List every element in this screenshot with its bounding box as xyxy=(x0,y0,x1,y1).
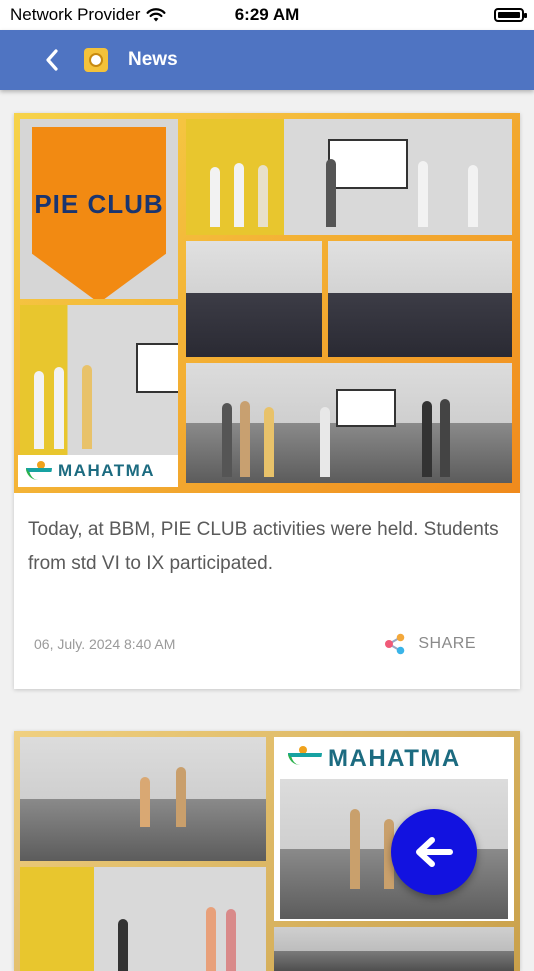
status-time: 6:29 AM xyxy=(234,5,300,24)
share-label: SHARE xyxy=(418,635,476,652)
brand-photo: MAHATMA xyxy=(274,737,514,921)
brand-text: MAHATMA xyxy=(328,745,461,772)
back-button[interactable] xyxy=(30,38,74,82)
page-title: News xyxy=(128,49,178,70)
school-logo-icon xyxy=(84,48,108,72)
assembly-photo xyxy=(20,737,266,861)
carrier-label: Network Provider xyxy=(10,5,141,24)
brand-mark-icon xyxy=(288,746,322,772)
performance-photo xyxy=(186,363,512,483)
presentation-photo xyxy=(20,305,178,455)
status-bar: Network Provider 6:29 AM xyxy=(0,0,534,30)
club-banner: PIE CLUB xyxy=(32,127,166,299)
banner-photo: PIE CLUB xyxy=(20,119,178,299)
header-bar: News xyxy=(0,30,534,90)
wifi-icon xyxy=(146,8,166,22)
share-icon xyxy=(385,633,405,655)
brand-logo: MAHATMA xyxy=(280,741,510,777)
assembly-photo-1 xyxy=(186,241,322,357)
brand-mark-icon xyxy=(26,461,52,481)
news-image[interactable]: PIE CLUB MAHATMA xyxy=(14,113,520,493)
news-date: 06, July. 2024 8:40 AM xyxy=(34,636,176,652)
news-description: Today, at BBM, PIE CLUB activities were … xyxy=(28,519,499,574)
news-card[interactable]: PIE CLUB MAHATMA Today, at BBM, PIE CLUB… xyxy=(14,113,520,689)
stage-photo xyxy=(20,867,266,971)
banner-text: PIE CLUB xyxy=(34,189,164,219)
share-button[interactable]: SHARE xyxy=(384,633,476,655)
projector-screen xyxy=(328,139,408,189)
back-fab-button[interactable] xyxy=(391,809,477,895)
stage-photo xyxy=(186,119,512,235)
brand-text: MAHATMA xyxy=(58,461,156,480)
brand-logo: MAHATMA xyxy=(18,455,178,487)
arrow-left-icon xyxy=(416,837,453,867)
chevron-left-icon xyxy=(46,49,58,71)
assembly-photo-2 xyxy=(328,241,512,357)
battery-icon xyxy=(494,8,527,22)
